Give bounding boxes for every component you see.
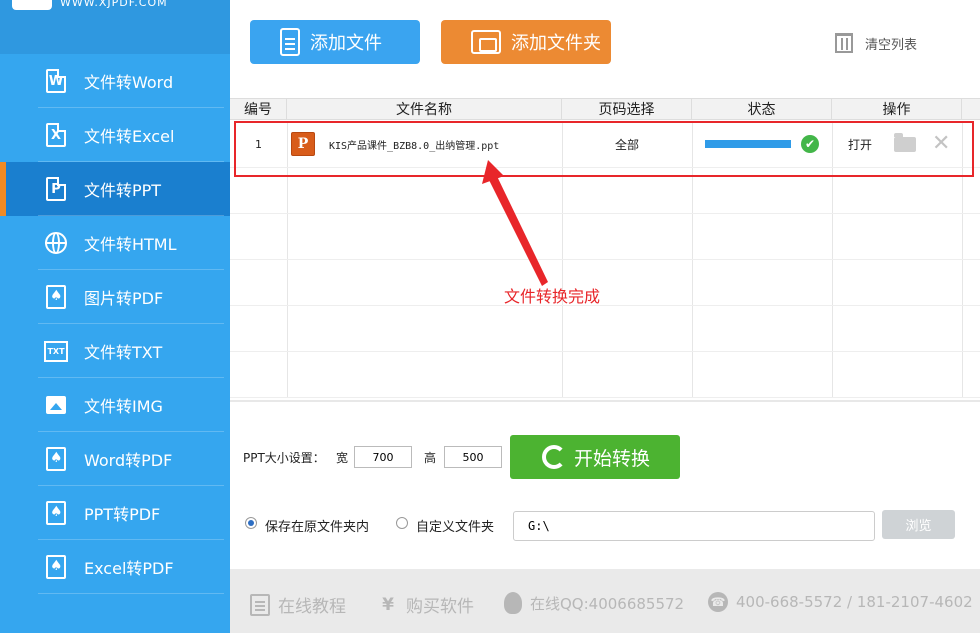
word-doc-icon: W [44,68,68,94]
row-status: ✔ [692,121,832,167]
header-actions: 操作 [832,99,962,119]
open-folder-icon[interactable] [894,132,917,152]
sidebar-item-label: Excel转PDF [84,559,174,578]
folder-icon [471,30,501,54]
header-page-select: 页码选择 [562,99,692,119]
sidebar-item-label: 文件转TXT [84,343,163,362]
pdf-icon [44,284,68,310]
output-path-input[interactable] [513,511,875,541]
sidebar-item-label: Word转PDF [84,451,173,470]
image-icon [44,392,68,418]
header-number: 编号 [230,99,287,119]
sidebar-item-word[interactable]: W 文件转Word [0,54,230,108]
sidebar-item-excel-to-pdf[interactable]: Excel转PDF [0,540,230,594]
excel-doc-icon: X [44,122,68,148]
start-convert-label: 开始转换 [574,447,651,470]
save-original-label[interactable]: 保存在原文件夹内 [265,516,369,535]
height-input[interactable] [444,446,502,468]
add-folder-label: 添加文件夹 [511,33,601,54]
sidebar-item-label: 文件转Excel [84,127,175,146]
qq-icon [504,592,522,614]
trash-icon [835,33,853,53]
width-input[interactable] [354,446,412,468]
online-tutorial-label: 在线教程 [278,597,346,617]
sidebar-item-word-to-pdf[interactable]: Word转PDF [0,432,230,486]
progress-bar [705,140,791,148]
online-qq-label: 在线QQ:4006685572 [530,594,685,613]
sidebar-item-image-to-pdf[interactable]: 图片转PDF [0,270,230,324]
sidebar-item-img[interactable]: 文件转IMG [0,378,230,432]
header-status: 状态 [692,99,832,119]
custom-folder-radio[interactable] [396,517,408,529]
add-file-label: 添加文件 [310,33,382,54]
add-file-button[interactable]: 添加文件 [250,20,420,64]
sidebar-item-label: 图片转PDF [84,289,164,308]
table-row[interactable]: 1 P KIS产品课件_BZB8.0_出纳管理.ppt 全部 ✔ 打开 ✕ [230,121,980,167]
clear-list-label: 清空列表 [865,37,918,53]
file-table: 编号 文件名称 页码选择 状态 操作 1 P KIS产品课件_BZB8.0_出纳… [230,98,980,398]
sidebar-item-label: 文件转IMG [84,397,163,416]
ppt-size-label: PPT大小设置： [243,451,325,465]
logo-text: WWW.XJPDF.COM [60,0,168,9]
yuan-icon: ¥ [382,594,394,615]
phone-icon: ☎ [708,592,728,612]
logo-icon [12,0,52,10]
online-qq-link[interactable]: 在线QQ:4006685572 [504,592,684,614]
progress-fill [705,140,791,148]
main-panel: 添加文件 添加文件夹 清空列表 编号 文件名称 页码选择 状态 操作 1 P K… [230,0,980,633]
open-file-link[interactable]: 打开 [848,136,872,153]
online-tutorial-link[interactable]: 在线教程 [250,592,346,617]
start-convert-button[interactable]: 开始转换 [510,435,680,479]
sidebar-item-txt[interactable]: TXT 文件转TXT [0,324,230,378]
file-icon [280,28,300,56]
row-file-name-cell: P KIS产品课件_BZB8.0_出纳管理.ppt [287,121,562,167]
close-icon[interactable]: ✕ [932,133,950,155]
book-icon [250,593,270,616]
add-folder-button[interactable]: 添加文件夹 [441,20,611,64]
sidebar-item-ppt-to-pdf[interactable]: PPT转PDF [0,486,230,540]
header-spacer [962,99,980,119]
sidebar-item-label: 文件转Word [84,73,174,92]
width-label: 宽 [336,451,349,465]
save-original-radio[interactable] [245,517,257,529]
phone-label: 400-668-5572 / 181-2107-4602 [736,593,973,611]
pdf-icon [44,446,68,472]
logo-area: WWW.XJPDF.COM [0,0,230,54]
row-file-name: KIS产品课件_BZB8.0_出纳管理.ppt [329,140,500,152]
custom-folder-label[interactable]: 自定义文件夹 [416,516,494,535]
sidebar-item-label: 文件转PPT [84,181,162,200]
footer: 在线教程 ¥ 购买软件 在线QQ:4006685572 ☎ 400-668-55… [230,569,980,633]
header-file-name: 文件名称 [287,99,562,119]
row-page-select[interactable]: 全部 [562,121,692,167]
refresh-icon [542,445,566,469]
sidebar-item-label: 文件转HTML [84,235,177,254]
table-header: 编号 文件名称 页码选择 状态 操作 [230,98,980,120]
sidebar-menu: W 文件转Word X 文件转Excel P 文件转PPT 文件转HTML 图片… [0,54,230,594]
ppt-doc-icon: P [44,176,68,202]
height-label: 高 [424,451,437,465]
divider [230,400,980,402]
clear-list-button[interactable]: 清空列表 [835,33,917,53]
sidebar-item-ppt[interactable]: P 文件转PPT [0,162,230,216]
buy-software-link[interactable]: ¥ 购买软件 [378,592,474,618]
browse-button[interactable]: 浏览 [882,510,955,539]
sidebar-item-html[interactable]: 文件转HTML [0,216,230,270]
buy-software-label: 购买软件 [406,597,474,617]
pdf-icon [44,500,68,526]
txt-icon: TXT [44,338,68,364]
row-number: 1 [255,137,262,151]
globe-icon [44,230,68,256]
ppt-file-icon: P [291,132,315,156]
sidebar-item-excel[interactable]: X 文件转Excel [0,108,230,162]
sidebar-item-label: PPT转PDF [84,505,161,524]
row-actions: 打开 ✕ [832,121,962,167]
check-icon: ✔ [801,135,819,153]
annotation-label: 文件转换完成 [504,287,601,306]
phone-info: ☎ 400-668-5572 / 181-2107-4602 [708,592,973,612]
pdf-icon [44,554,68,580]
sidebar: WWW.XJPDF.COM W 文件转Word X 文件转Excel P 文件转… [0,0,230,633]
